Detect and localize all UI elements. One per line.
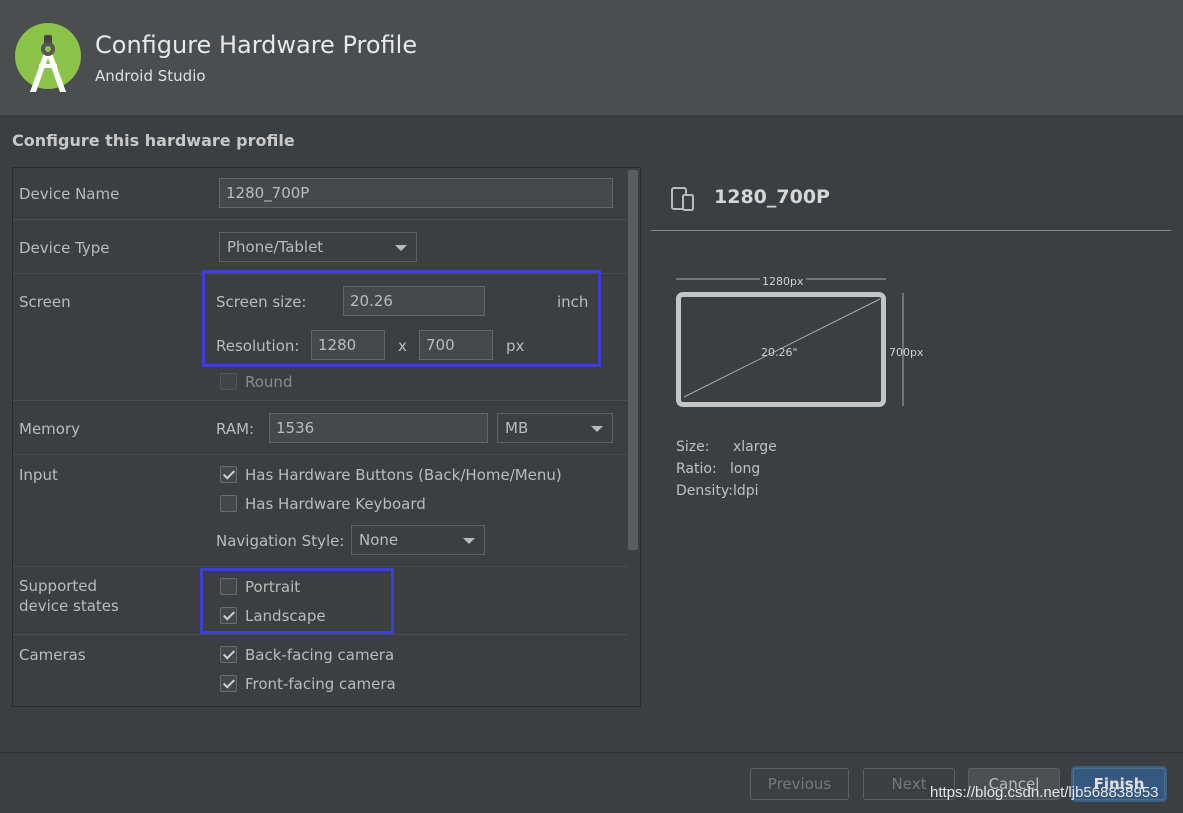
ram-unit-value: MB	[505, 419, 529, 437]
ratio-value: long	[730, 461, 761, 477]
dialog-title: Configure Hardware Profile	[95, 31, 418, 59]
device-name-label: Device Name	[19, 185, 120, 203]
density-value: ldpi	[733, 483, 759, 499]
density-key: Density:	[676, 483, 733, 499]
ratio-key: Ratio:	[676, 461, 717, 477]
chevron-down-icon	[395, 245, 407, 251]
screen-label: Screen	[19, 293, 71, 311]
hardware-buttons-label: Has Hardware Buttons (Back/Home/Menu)	[245, 466, 562, 484]
watermark-text: https://blog.csdn.net/ljb568838953	[930, 784, 1159, 801]
ram-unit-select[interactable]: MB	[497, 413, 613, 443]
dialog-header: Configure Hardware Profile Android Studi…	[0, 0, 1183, 115]
device-icon	[671, 187, 694, 211]
input-label: Input	[19, 466, 58, 484]
preview-width-label: 1280px	[760, 275, 806, 288]
device-type-select[interactable]: Phone/Tablet	[219, 232, 417, 262]
row-separator	[13, 219, 628, 220]
cameras-label: Cameras	[19, 646, 86, 664]
back-camera-label: Back-facing camera	[245, 646, 395, 664]
device-states-label-line1: Supported	[19, 577, 98, 595]
android-studio-logo	[15, 23, 81, 92]
screen-highlight-box	[202, 270, 601, 367]
section-title: Configure this hardware profile	[12, 131, 295, 150]
preview-separator	[651, 230, 1171, 231]
front-camera-checkbox[interactable]	[220, 675, 237, 692]
row-separator	[13, 566, 628, 567]
device-type-label: Device Type	[19, 239, 110, 257]
device-states-label-line2: device states	[19, 597, 119, 615]
preview-device-name: 1280_700P	[714, 186, 830, 208]
form-scrollbar[interactable]	[628, 170, 638, 550]
row-separator	[13, 634, 628, 635]
round-label: Round	[245, 373, 293, 391]
row-separator	[13, 400, 628, 401]
size-key: Size:	[676, 439, 710, 455]
navigation-style-select[interactable]: None	[351, 525, 485, 555]
size-value: xlarge	[733, 439, 777, 455]
ram-label: RAM:	[216, 420, 255, 438]
back-camera-checkbox[interactable]	[220, 646, 237, 663]
device-name-input[interactable]: 1280_700P	[219, 178, 613, 208]
front-camera-label: Front-facing camera	[245, 675, 396, 693]
preview-diagonal-label: 20.26"	[761, 346, 798, 359]
ram-input[interactable]: 1536	[269, 413, 488, 443]
memory-label: Memory	[19, 420, 81, 438]
hardware-keyboard-checkbox[interactable]	[220, 495, 237, 512]
hardware-keyboard-label: Has Hardware Keyboard	[245, 495, 426, 513]
round-checkbox[interactable]	[220, 373, 237, 390]
navigation-style-value: None	[359, 531, 399, 549]
footer-separator	[0, 752, 1183, 753]
states-highlight-box	[200, 568, 394, 634]
preview-height-label: 700px	[889, 346, 924, 359]
device-type-value: Phone/Tablet	[227, 238, 324, 256]
previous-button[interactable]: Previous	[750, 768, 849, 800]
hardware-buttons-checkbox[interactable]	[220, 466, 237, 483]
dialog-subtitle: Android Studio	[95, 67, 206, 85]
chevron-down-icon	[463, 538, 475, 544]
row-separator	[13, 454, 628, 455]
navigation-style-label: Navigation Style:	[216, 532, 345, 550]
chevron-down-icon	[591, 426, 603, 432]
